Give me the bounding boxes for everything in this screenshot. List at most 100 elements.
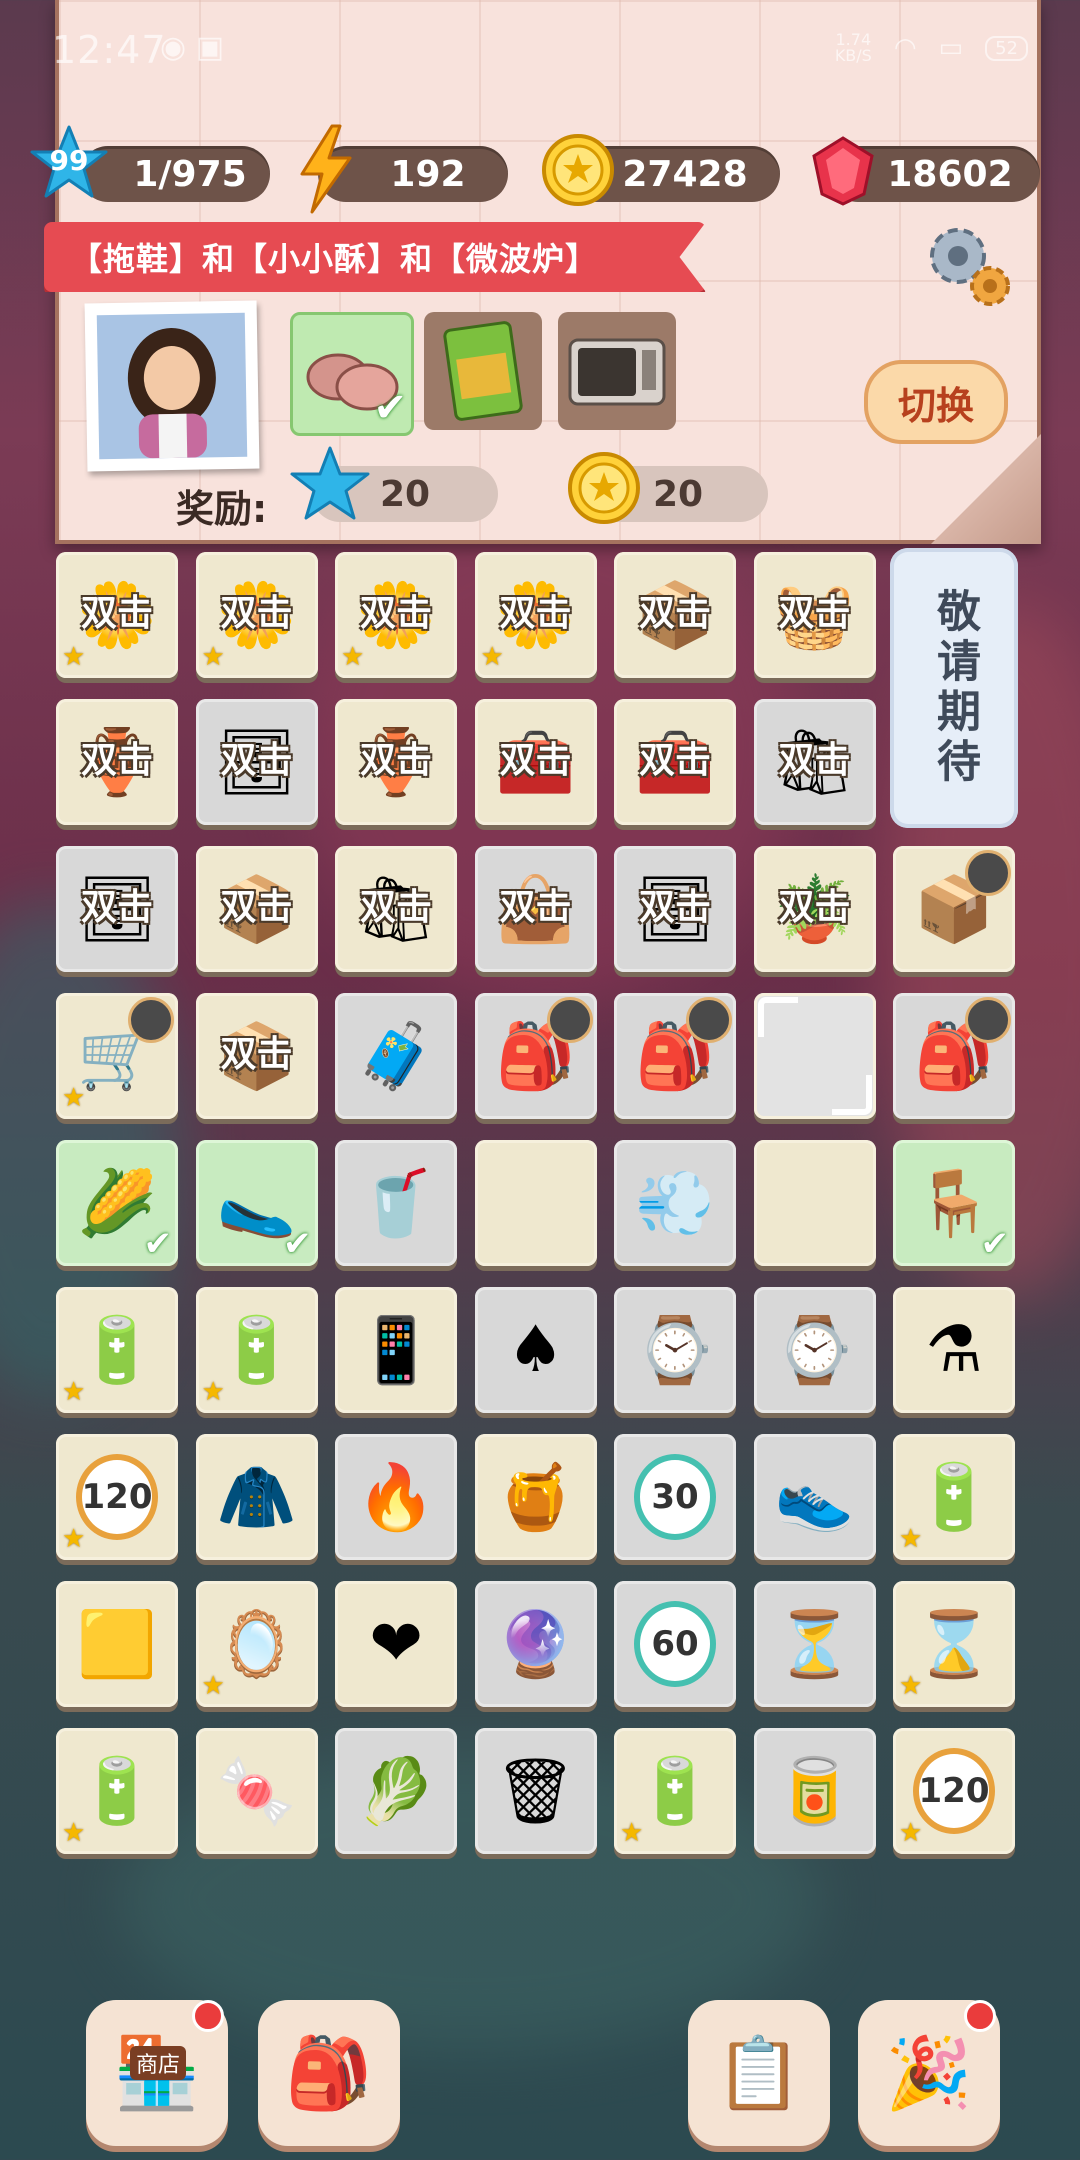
- board-cell[interactable]: 📦: [893, 846, 1015, 972]
- board-cell[interactable]: 🧰 双击: [614, 699, 736, 825]
- board-cell[interactable]: 🍬: [195, 1728, 318, 1854]
- board-cell[interactable]: 🔋 ★: [56, 1287, 178, 1413]
- board-cell[interactable]: 🥿 ✔: [195, 1140, 318, 1266]
- level-star-icon: 99: [30, 124, 108, 202]
- board-cell[interactable]: 🏺 双击: [56, 699, 178, 825]
- board-cell[interactable]: 📱: [335, 1287, 457, 1413]
- party-button[interactable]: 🎉: [858, 2000, 1000, 2146]
- timer-bonus-icon: 30: [634, 1454, 716, 1540]
- board-cell[interactable]: 120 ★: [56, 1434, 178, 1560]
- board-cell[interactable]: 🔋 ★: [195, 1287, 318, 1413]
- board-cell[interactable]: 🌼 双击 ★: [335, 552, 457, 678]
- switch-quest-button[interactable]: 切换: [864, 360, 1008, 444]
- level-progress[interactable]: 1/975: [80, 146, 270, 202]
- watch-icon: ⌚: [774, 1313, 855, 1388]
- board-cell[interactable]: ❤: [335, 1581, 457, 1707]
- reward-coin-value: 20: [652, 473, 704, 515]
- board-cell[interactable]: 🧰 双击: [474, 699, 597, 825]
- board-cell[interactable]: 🪞 ★: [195, 1581, 318, 1707]
- board-cell[interactable]: 🗑: [474, 1728, 597, 1854]
- cooldown-timer-icon: [965, 997, 1011, 1043]
- board-cell[interactable]: ⌚: [753, 1287, 876, 1413]
- board-cell[interactable]: 30: [614, 1434, 736, 1560]
- backpack-button[interactable]: 🎒: [258, 2000, 400, 2146]
- board-cell[interactable]: 🔋 ★: [893, 1434, 1015, 1560]
- level-number: 99: [49, 144, 89, 177]
- board-cell[interactable]: 🧥: [195, 1434, 318, 1560]
- double-tap-label: 双击: [220, 593, 293, 634]
- quest-title: 【拖鞋】和【小小酥】和【微波炉】: [70, 240, 599, 278]
- board-cell[interactable]: 🪑 ✔: [893, 1140, 1015, 1266]
- board-cell[interactable]: ⚗: [893, 1287, 1015, 1413]
- board-cell[interactable]: 🏺 双击: [335, 699, 457, 825]
- board-cell[interactable]: 🌼 双击 ★: [195, 552, 318, 678]
- reward-star-value: 20: [379, 473, 431, 515]
- board-cell[interactable]: 🗄 双击: [195, 699, 318, 825]
- notification-dot: [964, 2000, 996, 2032]
- board-cell[interactable]: 📦 双击: [195, 846, 318, 972]
- heart-icon: ❤: [369, 1607, 423, 1681]
- board-cell[interactable]: 120 ★: [893, 1728, 1015, 1854]
- wifi-icon: ◠: [893, 33, 917, 63]
- board-cell[interactable]: ♠: [474, 1287, 597, 1413]
- board-cell[interactable]: [474, 1140, 597, 1266]
- board-cell[interactable]: 🧳: [335, 993, 457, 1119]
- board-cell[interactable]: 🛍 双击: [335, 846, 457, 972]
- board-cell[interactable]: 60: [614, 1581, 736, 1707]
- settings-gear-icon[interactable]: [918, 216, 1018, 316]
- double-tap-label: 双击: [80, 887, 153, 928]
- coming-soon-text: 敬请期待: [929, 588, 980, 788]
- board-cell[interactable]: 🗄 双击: [614, 846, 736, 972]
- board-cell[interactable]: 🎒: [614, 993, 736, 1119]
- board-cell[interactable]: 🔋 ★: [56, 1728, 178, 1854]
- board-cell[interactable]: 🌼 双击 ★: [474, 552, 597, 678]
- hand-mirror-icon: 🔮: [495, 1607, 576, 1682]
- board-cell[interactable]: 🌼 双击 ★: [56, 552, 178, 678]
- shop-label: 商店: [130, 2046, 187, 2080]
- star-badge-icon: ★: [201, 642, 225, 672]
- star-badge-icon: ★: [62, 1524, 86, 1554]
- star-badge-icon: ★: [341, 642, 365, 672]
- board-cell[interactable]: 👟: [753, 1434, 876, 1560]
- avatar: [84, 300, 260, 472]
- board-cell[interactable]: 🌽 ✔: [56, 1140, 178, 1266]
- board-cell[interactable]: 🥬: [335, 1728, 457, 1854]
- board-cell[interactable]: 🔥: [335, 1434, 457, 1560]
- board-cell[interactable]: 🛍 双击: [753, 699, 876, 825]
- cooldown-timer-icon: [965, 850, 1011, 896]
- required-item-snack[interactable]: [424, 312, 542, 430]
- board-cell[interactable]: 📦 双击: [195, 993, 318, 1119]
- board-cell[interactable]: 🗄 双击: [56, 846, 178, 972]
- board-cell[interactable]: 🥤: [335, 1140, 457, 1266]
- status-bar: 12:47 ◉ ▣ 1.74 KB/S ◠ ▭ 52: [0, 0, 1080, 110]
- board-cell[interactable]: 🔮: [474, 1581, 597, 1707]
- board-cell[interactable]: [753, 1140, 876, 1266]
- board-cell[interactable]: 🎒: [893, 993, 1015, 1119]
- board-cell[interactable]: 🧺 双击: [753, 552, 876, 678]
- reward-coin-icon: [568, 452, 640, 524]
- star-badge-icon: ★: [62, 1377, 86, 1407]
- check-icon: ✔: [980, 1224, 1010, 1264]
- board-cell[interactable]: 🟨: [56, 1581, 178, 1707]
- check-icon: ✔: [143, 1224, 173, 1264]
- board-cell[interactable]: ⏳: [753, 1581, 876, 1707]
- board-cell[interactable]: ⌛ ★: [893, 1581, 1015, 1707]
- board-cell[interactable]: 🎒: [474, 993, 597, 1119]
- board-cell[interactable]: 💨: [614, 1140, 736, 1266]
- tasks-button[interactable]: 📋: [688, 2000, 830, 2146]
- spade-icon: ♠: [506, 1313, 565, 1387]
- board-cell[interactable]: [753, 993, 876, 1119]
- board-cell[interactable]: 👜 双击: [474, 846, 597, 972]
- required-item-microwave[interactable]: [558, 312, 676, 430]
- double-tap-label: 双击: [359, 593, 432, 634]
- required-item-slippers[interactable]: ✔: [290, 312, 414, 436]
- board-cell[interactable]: 🔋 ★: [614, 1728, 736, 1854]
- board-cell[interactable]: 🪴 双击: [753, 846, 876, 972]
- board-cell[interactable]: 🥫: [753, 1728, 876, 1854]
- star-badge-icon: ★: [620, 1818, 644, 1848]
- board-cell[interactable]: 🍯: [474, 1434, 597, 1560]
- board-cell[interactable]: ⌚: [614, 1287, 736, 1413]
- shop-button[interactable]: 🏪 商店: [86, 2000, 228, 2146]
- board-cell[interactable]: 📦 双击: [614, 552, 736, 678]
- board-cell[interactable]: 🛒 ★: [56, 993, 178, 1119]
